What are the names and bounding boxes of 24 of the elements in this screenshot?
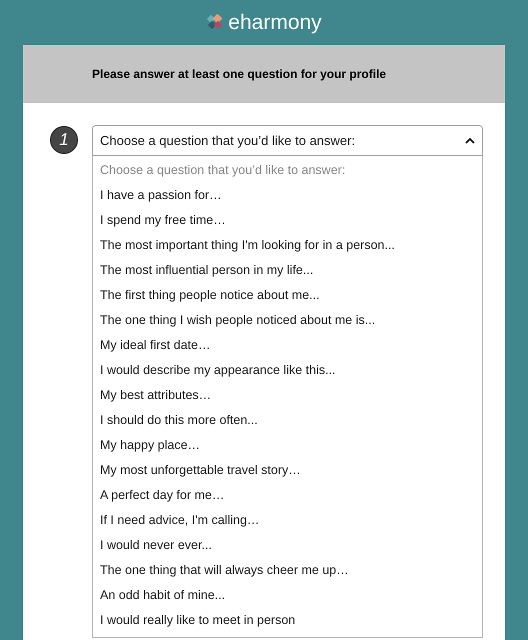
dropdown-option[interactable]: If I need advice, I'm calling… bbox=[93, 508, 482, 533]
dropdown-option[interactable]: The most important thing I'm looking for in a person... bbox=[93, 233, 482, 258]
dropdown-option[interactable]: An odd habit of mine... bbox=[93, 583, 482, 608]
dropdown-option[interactable]: I have a passion for… bbox=[93, 183, 482, 208]
dropdown-option[interactable]: I would never ever... bbox=[93, 533, 482, 558]
dropdown-option[interactable]: I would describe my appearance like this... bbox=[93, 358, 482, 383]
dropdown-option[interactable]: I spend my free time… bbox=[93, 208, 482, 233]
dropdown-option[interactable]: The most influential person in my life... bbox=[93, 258, 482, 283]
question-select[interactable]: Choose a question that you’d like to answer: bbox=[92, 125, 483, 156]
dropdown-option[interactable]: I would really like to meet in person bbox=[93, 608, 482, 633]
dropdown-option[interactable]: The first thing people notice about me... bbox=[93, 283, 482, 308]
brand-logo: eharmony bbox=[228, 12, 322, 33]
dropdown-option[interactable]: The one thing that will always cheer me up… bbox=[93, 558, 482, 583]
chevron-up-icon bbox=[465, 137, 475, 144]
dropdown-option[interactable]: A perfect day for me… bbox=[93, 483, 482, 508]
dropdown-option[interactable]: The one thing I wish people noticed about me is... bbox=[93, 308, 482, 333]
dropdown-option[interactable]: I should do this more often... bbox=[93, 408, 482, 433]
dropdown-option[interactable]: My most unforgettable travel story… bbox=[93, 458, 482, 483]
card-heading: Please answer at least one question for your profile bbox=[92, 66, 386, 83]
dropdown-option[interactable]: My best attributes… bbox=[93, 383, 482, 408]
dropdown-option[interactable]: My ideal first date… bbox=[93, 333, 482, 358]
step-number-badge: 1 bbox=[50, 126, 78, 154]
dropdown-option[interactable]: My happy place… bbox=[93, 433, 482, 458]
heart-logo-icon bbox=[206, 14, 224, 32]
